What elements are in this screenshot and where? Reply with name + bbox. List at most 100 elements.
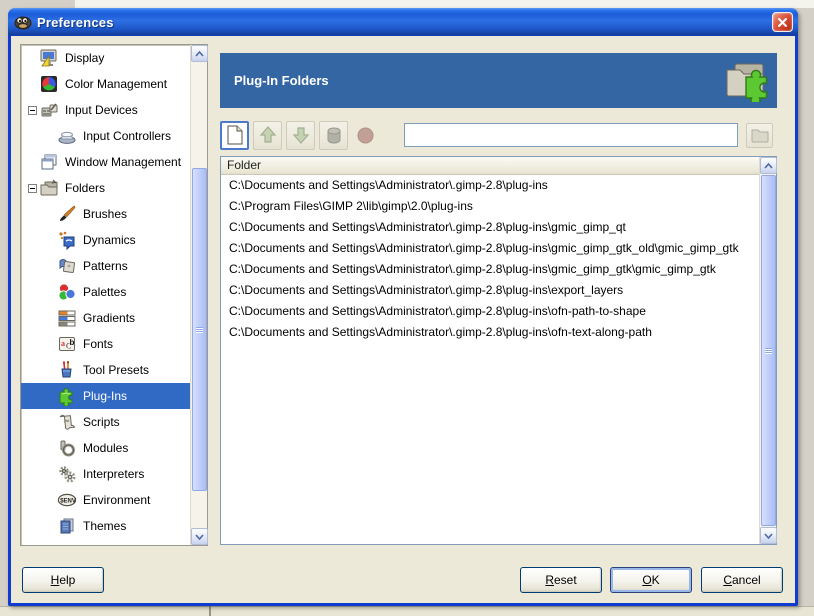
sidebar-item-patterns[interactable]: Patterns [21, 253, 190, 279]
folder-path-input[interactable] [404, 123, 738, 147]
input-devices-icon [41, 103, 58, 117]
chevron-down-icon [195, 533, 204, 540]
sidebar-item-modules[interactable]: Modules [21, 435, 190, 461]
sidebar-item-input-controllers[interactable]: Input Controllers [21, 123, 190, 149]
scroll-up-button[interactable] [191, 45, 208, 62]
sidebar-item-label: Input Devices [65, 103, 138, 117]
collapse-expander-icon[interactable] [27, 183, 37, 193]
sidebar-item-label: Interpreters [83, 467, 145, 481]
folder-row[interactable]: C:\Documents and Settings\Administrator\… [221, 280, 759, 301]
sidebar-item-label: Patterns [83, 259, 128, 273]
folder-plugin-icon [726, 63, 768, 102]
scrollbar-grip [196, 326, 203, 333]
window-management-icon [41, 154, 57, 170]
sidebar-item-input-devices[interactable]: Input Devices [21, 97, 190, 123]
fonts-icon: a C b [59, 337, 75, 351]
sidebar-item-palettes[interactable]: Palettes [21, 279, 190, 305]
scrollbar-grip [765, 347, 772, 354]
sidebar-item-label: Input Controllers [83, 129, 172, 143]
folder-row[interactable]: C:\Documents and Settings\Administrator\… [221, 259, 759, 280]
sidebar-item-label: Display [65, 51, 105, 65]
page-header-banner: Plug-In Folders [220, 53, 777, 108]
preferences-category-tree: Display Color Management Input Devices I… [20, 44, 208, 546]
help-button-label: Help [50, 573, 76, 587]
sidebar-item-brushes[interactable]: Brushes [21, 201, 190, 227]
themes-icon [60, 518, 74, 534]
folder-row[interactable]: C:\Documents and Settings\Administrator\… [221, 301, 759, 322]
chevron-up-icon [764, 162, 773, 169]
titlebar[interactable]: Preferences [8, 8, 798, 36]
svg-text:a: a [61, 339, 65, 348]
scrollbar-thumb[interactable] [192, 168, 207, 491]
scroll-down-button[interactable] [760, 527, 777, 544]
desktop-background [0, 606, 814, 616]
desktop-background [75, 0, 814, 8]
preferences-window: Preferences Display Color Management Inp… [8, 8, 798, 606]
sidebar-item-themes[interactable]: Themes [21, 513, 190, 539]
sidebar-scrollbar[interactable] [190, 45, 208, 545]
chevron-up-icon [195, 50, 204, 57]
sidebar-item-tool-presets[interactable]: Tool Presets [21, 357, 190, 383]
sidebar-item-color-management[interactable]: Color Management [21, 71, 190, 97]
gimp-wilber-icon [14, 16, 32, 30]
patterns-icon [59, 259, 76, 274]
folder-toolbar [220, 120, 777, 150]
writable-indicator [352, 121, 378, 150]
folder-list-scrollbar[interactable] [759, 157, 777, 544]
plug-in-folders-panel: Plug-In Folders Folder C:\Documents and … [220, 53, 777, 545]
reset-button-label: Reset [545, 573, 577, 587]
ok-button-label: OK [642, 573, 660, 587]
scroll-down-button[interactable] [191, 528, 208, 545]
collapse-expander-icon[interactable] [27, 105, 37, 115]
interpreters-icon [59, 466, 76, 483]
sidebar-item-dynamics[interactable]: Dynamics [21, 227, 190, 253]
sidebar-item-label: Window Management [65, 155, 182, 169]
scrollbar-thumb[interactable] [761, 175, 776, 526]
sidebar-item-interpreters[interactable]: Interpreters [21, 461, 190, 487]
sidebar-item-label: Modules [83, 441, 129, 455]
svg-text:$ENV: $ENV [60, 498, 76, 504]
arrow-down-icon [292, 127, 309, 144]
sidebar-item-window-management[interactable]: Window Management [21, 149, 190, 175]
tool-presets-icon [61, 361, 72, 378]
sidebar-item-scripts[interactable]: Scripts [21, 409, 190, 435]
color-management-icon [41, 76, 57, 92]
scripts-icon [59, 414, 76, 430]
help-button[interactable]: Help [22, 567, 104, 593]
browse-folder-button[interactable] [746, 122, 773, 148]
scroll-up-button[interactable] [760, 157, 777, 174]
plug-in-folder-list: Folder C:\Documents and Settings\Adminis… [220, 156, 777, 545]
folder-row[interactable]: C:\Documents and Settings\Administrator\… [221, 175, 759, 196]
sidebar-item-label: Palettes [83, 285, 127, 299]
close-button[interactable] [772, 12, 793, 32]
sidebar-item-environment[interactable]: $ENV Environment [21, 487, 190, 513]
delete-folder-button[interactable] [319, 120, 348, 150]
folder-row[interactable]: C:\Documents and Settings\Administrator\… [221, 322, 759, 343]
gradients-icon [58, 310, 76, 327]
move-up-button[interactable] [253, 120, 282, 150]
palettes-icon [58, 283, 76, 301]
sidebar-item-plug-ins[interactable]: Plug-Ins [21, 383, 190, 409]
ok-button[interactable]: OK [610, 567, 692, 593]
cancel-button[interactable]: Cancel [701, 567, 783, 593]
folder-row[interactable]: C:\Documents and Settings\Administrator\… [221, 217, 759, 238]
new-document-icon [227, 125, 242, 145]
sidebar-item-gradients[interactable]: Gradients [21, 305, 190, 331]
add-new-folder-button[interactable] [220, 120, 249, 150]
move-down-button[interactable] [286, 120, 315, 150]
sidebar-item-fonts[interactable]: a C b Fonts [21, 331, 190, 357]
chevron-down-icon [764, 532, 773, 539]
modules-icon [60, 440, 75, 457]
sidebar-item-folders[interactable]: Folders [21, 175, 190, 201]
cancel-button-label: Cancel [723, 573, 761, 587]
sidebar-item-label: Plug-Ins [83, 389, 128, 403]
folder-row[interactable]: C:\Documents and Settings\Administrator\… [221, 238, 759, 259]
svg-text:b: b [70, 338, 75, 347]
reset-button[interactable]: Reset [520, 567, 602, 593]
sidebar-item-label: Brushes [83, 207, 128, 221]
display-icon [40, 49, 57, 67]
folder-row[interactable]: C:\Program Files\GIMP 2\lib\gimp\2.0\plu… [221, 196, 759, 217]
sidebar-item-display[interactable]: Display [21, 45, 190, 71]
arrow-up-icon [259, 126, 276, 143]
window-title: Preferences [37, 14, 114, 30]
